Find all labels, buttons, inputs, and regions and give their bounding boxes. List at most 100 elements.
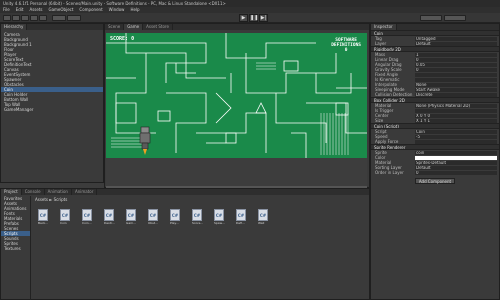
field-value[interactable]: 0.05: [415, 63, 497, 67]
tab-game[interactable]: Game: [124, 24, 144, 30]
field-value[interactable]: 0: [415, 68, 497, 72]
field-checkbox[interactable]: [415, 109, 497, 113]
asset-item[interactable]: C# Wall: [258, 209, 270, 225]
window-title: Unity 4.6.1f1 Personal (64bit) - Scenes/…: [3, 1, 226, 6]
global-toggle[interactable]: [67, 15, 81, 21]
asset-item[interactable]: C# Spaw...: [214, 209, 226, 225]
field-label: Apply Force: [375, 139, 399, 144]
tab-animator[interactable]: Animator: [71, 189, 98, 195]
hand-tool-button[interactable]: [3, 15, 11, 21]
inspector-row: Layer Default: [371, 41, 499, 46]
asset-item[interactable]: C# Play...: [170, 209, 182, 225]
definitions-count: 0: [344, 48, 348, 53]
step-button[interactable]: ▶|: [259, 14, 268, 22]
csharp-file-icon: C#: [258, 209, 268, 221]
hierarchy-list: Camera Background Background 1 Floor Pla…: [1, 30, 103, 112]
field-value[interactable]: None (Physics Material 2D): [415, 104, 497, 108]
field-dropdown[interactable]: Start Awake: [415, 88, 497, 92]
field-value[interactable]: X 0 Y 0: [415, 114, 497, 118]
asset-name: Gam...: [126, 221, 136, 225]
asset-item[interactable]: C# Defi...: [236, 209, 248, 225]
asset-item[interactable]: C# Back...: [38, 209, 50, 225]
asset-name: Wall: [258, 221, 265, 225]
definitions-counter: SOFTWARE DEFINITIONS 0: [331, 38, 361, 53]
tab-asset-store[interactable]: Asset Store: [143, 24, 173, 30]
color-field[interactable]: [415, 156, 497, 160]
layout-dropdown[interactable]: [444, 15, 466, 21]
pause-button[interactable]: ❚❚: [249, 14, 258, 22]
field-label: Collision Detection: [375, 92, 413, 97]
field-value[interactable]: Sprites-Default: [415, 161, 497, 165]
asset-item[interactable]: C# Obst...: [148, 209, 160, 225]
hierarchy-panel: Hierarchy Camera Background Background 1…: [0, 23, 104, 183]
asset-name: Score...: [192, 221, 204, 225]
layer-dropdown[interactable]: Default: [415, 42, 497, 46]
field-value[interactable]: X 1 Y 1: [415, 119, 497, 123]
tab-hierarchy[interactable]: Hierarchy: [1, 24, 28, 30]
scale-tool-button[interactable]: [30, 15, 38, 21]
pivot-toggle[interactable]: [52, 15, 66, 21]
tab-inspector[interactable]: Inspector: [371, 24, 397, 30]
field-value[interactable]: coin: [415, 151, 497, 155]
asset-name: Spaw...: [214, 221, 225, 225]
field-value[interactable]: 0: [415, 171, 497, 175]
view-tabbar: Scene Game Asset Store: [105, 24, 369, 30]
asset-name: Destr...: [104, 221, 115, 225]
tag-dropdown[interactable]: Untagged: [415, 37, 497, 41]
csharp-file-icon: C#: [192, 209, 202, 221]
asset-item[interactable]: C# Score...: [192, 209, 204, 225]
csharp-file-icon: C#: [170, 209, 180, 221]
hierarchy-item[interactable]: GameManager: [1, 107, 103, 112]
csharp-file-icon: C#: [82, 209, 92, 221]
csharp-file-icon: C#: [236, 209, 246, 221]
asset-name: Back...: [38, 221, 49, 225]
field-value[interactable]: 1: [415, 53, 497, 57]
project-panel: Project Console Animation Animator Favor…: [0, 188, 370, 300]
asset-name: Coin...: [82, 221, 92, 225]
tab-animation[interactable]: Animation: [44, 189, 72, 195]
move-tool-button[interactable]: [12, 15, 20, 21]
window-title-bar: Unity 4.6.1f1 Personal (64bit) - Scenes/…: [0, 0, 500, 7]
layers-dropdown[interactable]: [420, 15, 442, 21]
asset-item[interactable]: C# Gam...: [126, 209, 138, 225]
asset-name: Play...: [170, 221, 179, 225]
project-breadcrumb[interactable]: Assets ► Scripts: [35, 197, 67, 202]
csharp-file-icon: C#: [214, 209, 224, 221]
rect-tool-button[interactable]: [39, 15, 47, 21]
inspector-row: Collision Detection Discrete: [371, 92, 499, 97]
inspector-row: Size X 1 Y 1: [371, 118, 499, 123]
field-dropdown[interactable]: None: [415, 83, 497, 87]
rotate-tool-button[interactable]: [21, 15, 29, 21]
field-checkbox[interactable]: [415, 73, 497, 77]
field-label: Size: [375, 118, 384, 123]
main-toolbar: ▶ ❚❚ ▶|: [0, 13, 500, 23]
asset-name: Coin: [60, 221, 67, 225]
asset-item[interactable]: C# Coin...: [82, 209, 94, 225]
field-dropdown[interactable]: Default: [415, 166, 497, 170]
inspector-row: Apply Force: [371, 139, 499, 144]
csharp-file-icon: C#: [104, 209, 114, 221]
field-value[interactable]: 0: [415, 58, 497, 62]
inspector-row: Order in Layer 0: [371, 170, 499, 175]
tab-scene[interactable]: Scene: [105, 24, 125, 30]
tab-console[interactable]: Console: [21, 189, 45, 195]
game-floor: [106, 158, 367, 188]
asset-item[interactable]: C# Destr...: [104, 209, 116, 225]
asset-item[interactable]: C# Coin: [60, 209, 72, 225]
asset-name: Defi...: [236, 221, 245, 225]
field-checkbox[interactable]: [415, 78, 497, 82]
asset-name: Obst...: [148, 221, 158, 225]
game-viewport[interactable]: SCORE: 0 SOFTWARE DEFINITIONS 0: [106, 33, 367, 188]
field-value[interactable]: -5: [415, 135, 497, 139]
csharp-file-icon: C#: [60, 209, 70, 221]
player-robot-sprite: [139, 126, 151, 155]
tab-project[interactable]: Project: [1, 189, 22, 195]
csharp-file-icon: C#: [38, 209, 48, 221]
field-checkbox[interactable]: [415, 140, 497, 144]
field-value[interactable]: Coin: [415, 130, 497, 134]
score-label: SCORE: 0: [110, 36, 135, 42]
folder-item[interactable]: Textures: [1, 246, 30, 251]
field-dropdown[interactable]: Discrete: [415, 93, 497, 97]
play-button[interactable]: ▶: [239, 14, 248, 22]
add-component-button[interactable]: Add Component: [415, 178, 455, 184]
